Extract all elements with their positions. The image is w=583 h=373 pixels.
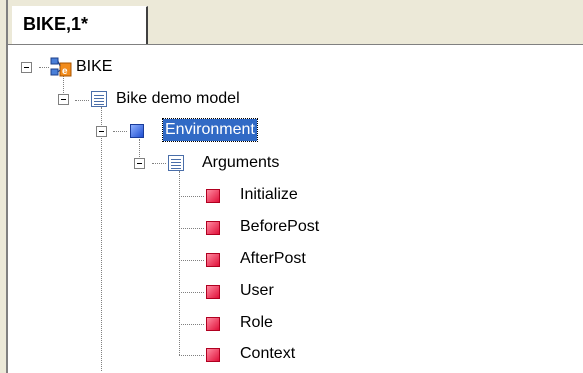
tree-node-label-selected: Environment xyxy=(162,118,258,142)
svg-text:e: e xyxy=(62,66,68,77)
document-icon xyxy=(168,155,184,171)
collapse-icon[interactable] xyxy=(58,94,69,105)
tree-node-label: BIKE xyxy=(76,58,113,75)
model-root-icon: e xyxy=(50,57,72,77)
tab-label: BIKE,1* xyxy=(23,14,89,34)
collapse-icon[interactable] xyxy=(134,158,145,169)
collapse-icon[interactable] xyxy=(21,62,32,73)
collapse-icon[interactable] xyxy=(96,126,107,137)
tab-bike[interactable]: BIKE,1* xyxy=(12,6,148,44)
red-square-icon xyxy=(206,285,220,299)
blue-square-icon xyxy=(130,124,144,138)
tree-node-label: User xyxy=(240,282,274,299)
tree-connector xyxy=(179,171,180,355)
red-square-icon xyxy=(206,189,220,203)
tab-strip: BIKE,1* xyxy=(8,0,583,45)
tree-node-label: Context xyxy=(240,345,296,362)
tree-node-label: Role xyxy=(240,314,273,331)
red-square-icon xyxy=(206,221,220,235)
left-frame-border xyxy=(0,0,8,373)
tree-node-label: BeforePost xyxy=(240,218,320,235)
tree-node-label: Bike demo model xyxy=(116,90,240,107)
red-square-icon xyxy=(206,317,220,331)
red-square-icon xyxy=(206,348,220,362)
tree-view[interactable]: e BIKE Bike demo model Environment Argum… xyxy=(8,45,583,373)
red-square-icon xyxy=(206,253,220,267)
tree-node-label: Arguments xyxy=(202,154,280,171)
tree-connector xyxy=(101,107,102,371)
tree-node-label: AfterPost xyxy=(240,250,306,267)
document-icon xyxy=(91,91,107,107)
tree-node-label: Initialize xyxy=(240,186,298,203)
